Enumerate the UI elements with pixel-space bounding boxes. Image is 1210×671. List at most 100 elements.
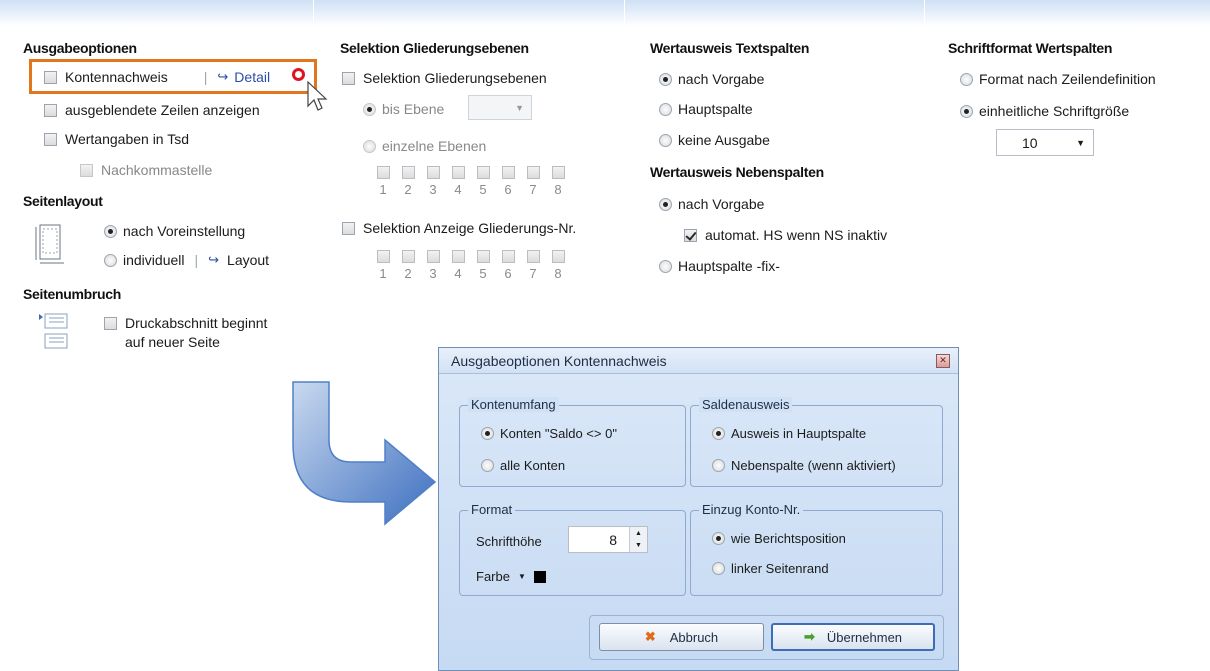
- chevron-down-icon: ▼: [517, 572, 526, 581]
- farbe-row[interactable]: Farbe ▼: [476, 569, 546, 584]
- seitenlayout-heading: Seitenlayout: [23, 193, 103, 209]
- einheitliche-schrift-option[interactable]: einheitliche Schriftgröße: [960, 103, 1129, 119]
- nebenspalte-radio[interactable]: [712, 459, 725, 472]
- voreinstellung-radio[interactable]: [104, 224, 117, 238]
- ebene-7[interactable]: 7: [523, 166, 543, 197]
- ebene-8[interactable]: 8: [548, 166, 568, 197]
- ebene-3[interactable]: 3: [423, 166, 443, 197]
- wertausweis-text-heading: Wertausweis Textspalten: [650, 40, 810, 56]
- curved-arrow-icon: [292, 381, 437, 526]
- alle-konten-radio[interactable]: [481, 459, 494, 472]
- neben-hauptspalte-fix-radio[interactable]: [659, 259, 672, 273]
- anzeige-ebene-1[interactable]: 1: [373, 250, 393, 281]
- uebernehmen-button[interactable]: ➡ Übernehmen: [771, 623, 935, 651]
- text-hauptspalte-radio[interactable]: [659, 102, 672, 116]
- individuell-option[interactable]: individuell | ↪ Layout: [104, 252, 269, 268]
- text-keine-ausgabe-option[interactable]: keine Ausgabe: [659, 132, 770, 148]
- anzeige-ebene-7[interactable]: 7: [523, 250, 543, 281]
- ebene-6[interactable]: 6: [498, 166, 518, 197]
- neben-nach-vorgabe-option[interactable]: nach Vorgabe: [659, 196, 764, 212]
- einheitliche-schrift-radio[interactable]: [960, 104, 973, 118]
- linker-rand-radio[interactable]: [712, 562, 725, 575]
- einzelne-ebenen-radio[interactable]: [363, 139, 376, 153]
- einzelne-ebenen-option[interactable]: einzelne Ebenen: [363, 138, 486, 154]
- druckabschnitt-label-line2: auf neuer Seite: [125, 334, 220, 350]
- seitenumbruch-heading: Seitenumbruch: [23, 286, 122, 302]
- ebene-select[interactable]: ▼: [468, 95, 532, 120]
- selektion-option[interactable]: Selektion Gliederungsebenen: [342, 70, 547, 86]
- anzeige-ebene-6[interactable]: 6: [498, 250, 518, 281]
- ebene-4[interactable]: 4: [448, 166, 468, 197]
- anzeige-gliederung-checkbox[interactable]: [342, 221, 355, 235]
- cancel-icon: ✖: [644, 629, 656, 644]
- color-swatch[interactable]: [533, 570, 546, 583]
- druckabschnitt-option[interactable]: Druckabschnitt beginnt: [104, 315, 267, 331]
- text-nach-vorgabe-radio[interactable]: [659, 72, 672, 86]
- anzeige-ebene-5[interactable]: 5: [473, 250, 493, 281]
- format-zeilendefinition-option[interactable]: Format nach Zeilendefinition: [960, 71, 1156, 87]
- close-icon[interactable]: ✕: [936, 354, 950, 368]
- schrifthoehe-stepper[interactable]: 8 ▲ ▼: [568, 526, 648, 553]
- kontennachweis-option[interactable]: Kontennachweis | ↪ Detail: [44, 69, 270, 85]
- dialog-title: Ausgabeoptionen Kontennachweis: [451, 352, 667, 369]
- automat-hs-checkbox[interactable]: [684, 228, 697, 242]
- anzeige-ebene-8[interactable]: 8: [548, 250, 568, 281]
- schrifthoehe-row: Schrifthöhe: [476, 534, 542, 549]
- anzeige-ebene-4[interactable]: 4: [448, 250, 468, 281]
- format-label: Format: [468, 502, 516, 517]
- wertangaben-option[interactable]: Wertangaben in Tsd: [44, 131, 189, 147]
- alle-konten-option[interactable]: alle Konten: [481, 458, 565, 473]
- format-zeilendefinition-radio[interactable]: [960, 72, 973, 86]
- text-keine-ausgabe-radio[interactable]: [659, 133, 672, 147]
- selektion-checkbox[interactable]: [342, 71, 355, 85]
- ebene-2[interactable]: 2: [398, 166, 418, 197]
- ebene-5[interactable]: 5: [473, 166, 493, 197]
- voreinstellung-option[interactable]: nach Voreinstellung: [104, 223, 245, 239]
- text-nach-vorgabe-option[interactable]: nach Vorgabe: [659, 71, 764, 87]
- wie-bericht-radio[interactable]: [712, 532, 725, 545]
- automat-hs-option[interactable]: automat. HS wenn NS inaktiv: [684, 227, 887, 243]
- anzeige-ebenen-grid: 1 2 3 4 5 6 7 8: [373, 250, 568, 281]
- individuell-radio[interactable]: [104, 253, 117, 267]
- mouse-cursor-icon: [307, 80, 328, 111]
- nachkomma-checkbox[interactable]: [80, 163, 93, 177]
- arrow-right-icon: ↪: [217, 69, 229, 84]
- konten-saldo-radio[interactable]: [481, 427, 494, 440]
- linker-rand-option[interactable]: linker Seitenrand: [712, 561, 829, 576]
- ausgeblendete-checkbox[interactable]: [44, 103, 57, 117]
- nebenspalte-option[interactable]: Nebenspalte (wenn aktiviert): [712, 458, 896, 473]
- page-break-icon: [39, 313, 68, 349]
- anzeige-ebene-3[interactable]: 3: [423, 250, 443, 281]
- abbruch-button[interactable]: ✖ Abbruch: [599, 623, 764, 651]
- click-marker-icon: [292, 68, 305, 81]
- page-layout-icon: [35, 224, 64, 264]
- text-hauptspalte-option[interactable]: Hauptspalte: [659, 101, 753, 117]
- bis-ebene-option[interactable]: bis Ebene: [363, 101, 444, 117]
- wertausweis-neben-heading: Wertausweis Nebenspalten: [650, 164, 824, 180]
- wie-bericht-option[interactable]: wie Berichtsposition: [712, 531, 846, 546]
- neben-nach-vorgabe-radio[interactable]: [659, 197, 672, 211]
- konten-saldo-option[interactable]: Konten "Saldo <> 0": [481, 426, 617, 441]
- stepper-arrows-icon[interactable]: ▲ ▼: [629, 527, 647, 552]
- layout-link[interactable]: ↪ Layout: [208, 252, 269, 268]
- schriftgroesse-select[interactable]: 10 ▼: [996, 129, 1094, 156]
- chevron-down-icon: ▼: [515, 102, 524, 113]
- neben-hauptspalte-fix-option[interactable]: Hauptspalte -fix-: [659, 258, 780, 274]
- top-band: [0, 0, 1210, 26]
- einzug-label: Einzug Konto-Nr.: [699, 502, 804, 517]
- detail-link[interactable]: ↪ Detail: [217, 69, 270, 85]
- anzeige-ebene-2[interactable]: 2: [398, 250, 418, 281]
- ebene-1[interactable]: 1: [373, 166, 393, 197]
- ausweis-haupt-radio[interactable]: [712, 427, 725, 440]
- druckabschnitt-checkbox[interactable]: [104, 316, 117, 330]
- anzeige-gliederung-option[interactable]: Selektion Anzeige Gliederungs-Nr.: [342, 220, 576, 236]
- ausweis-haupt-option[interactable]: Ausweis in Hauptspalte: [712, 426, 866, 441]
- bis-ebene-radio[interactable]: [363, 102, 376, 116]
- kontennachweis-label: Kontennachweis: [65, 69, 168, 85]
- wertangaben-checkbox[interactable]: [44, 132, 57, 146]
- ausgeblendete-option[interactable]: ausgeblendete Zeilen anzeigen: [44, 102, 260, 118]
- ausgabeoptionen-heading: Ausgabeoptionen: [23, 40, 137, 56]
- saldenausweis-group: Saldenausweis: [690, 397, 943, 487]
- nachkomma-option[interactable]: Nachkommastelle: [80, 162, 212, 178]
- kontennachweis-checkbox[interactable]: [44, 70, 57, 84]
